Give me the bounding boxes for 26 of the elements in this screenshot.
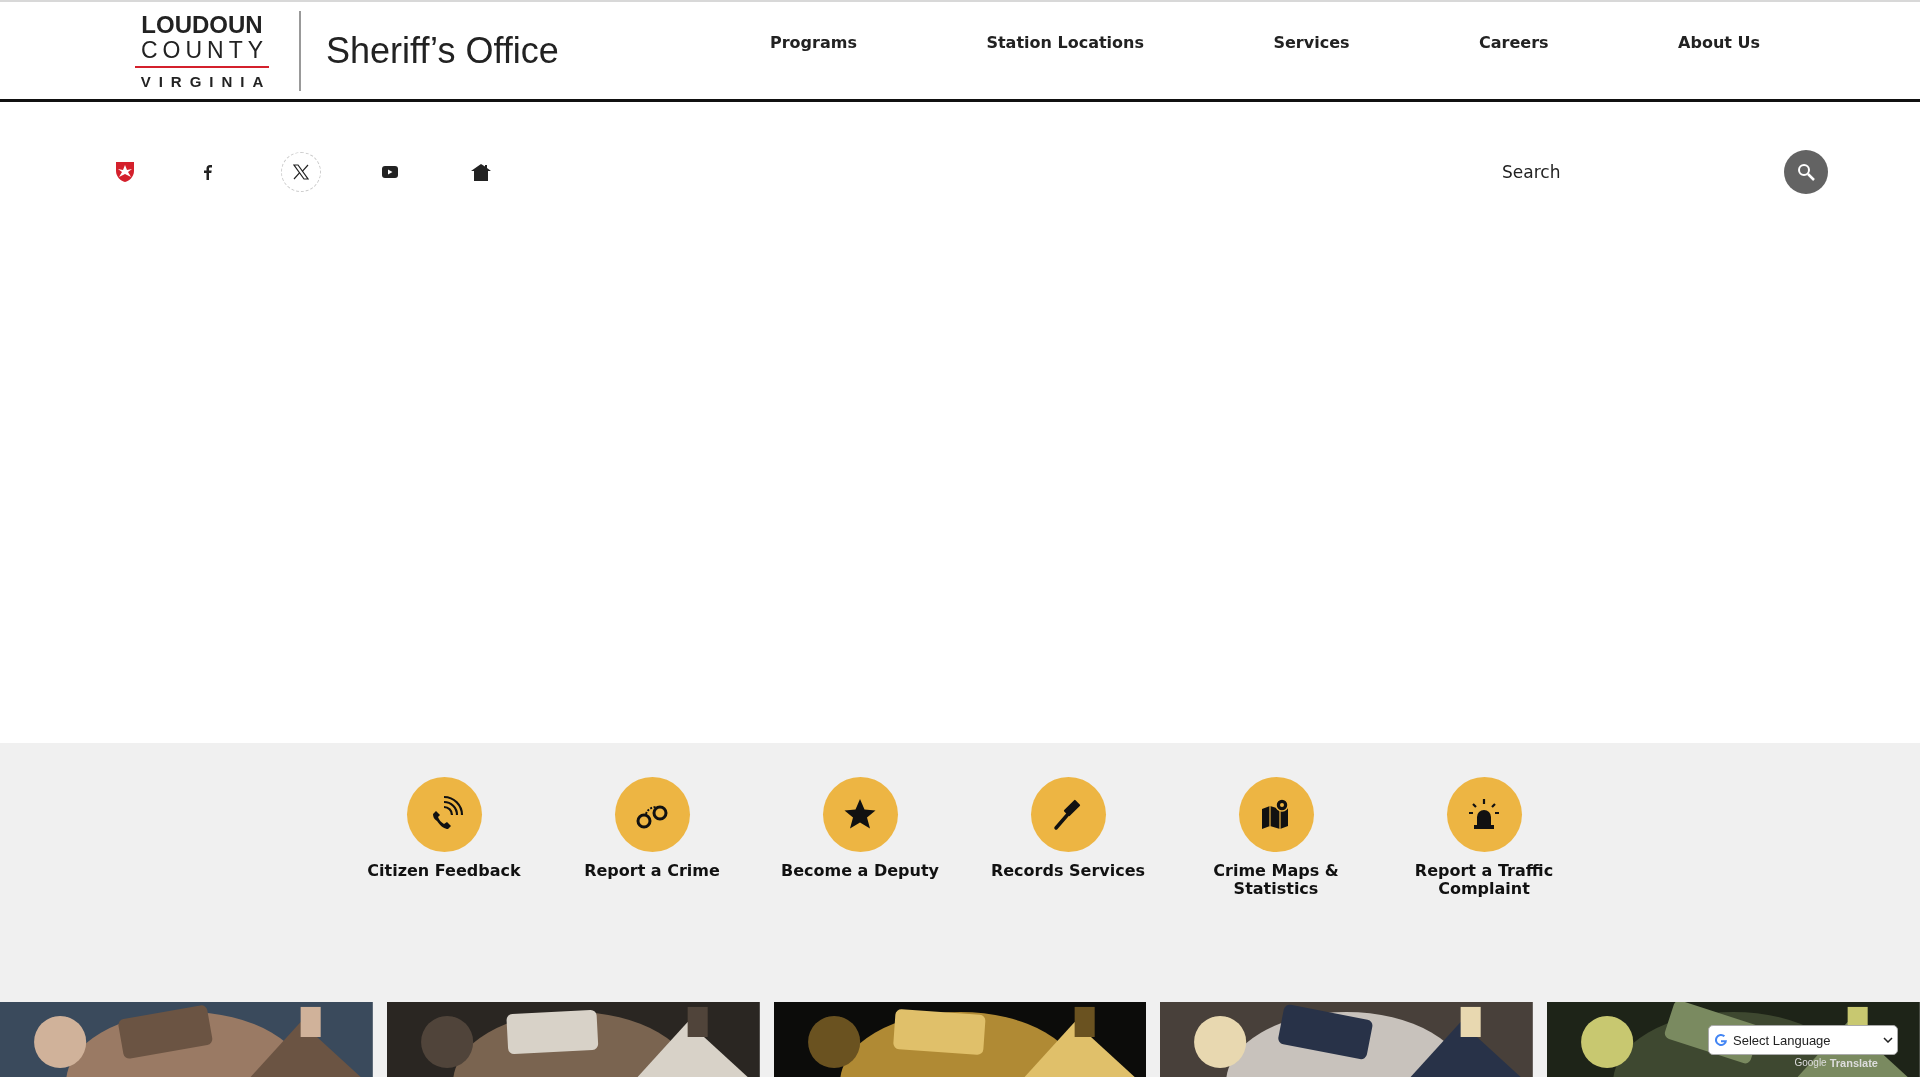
quick-link[interactable]: Citizen Feedback (344, 862, 544, 880)
nav-link[interactable]: About Us (1678, 33, 1760, 52)
state-name[interactable]: VIRGINIA (140, 73, 272, 90)
quick-link[interactable]: Report a Traffic Complaint (1384, 862, 1584, 898)
nav-link[interactable]: Careers (1479, 33, 1549, 52)
quick-link[interactable]: Become a Deputy (760, 862, 960, 880)
quick-link[interactable]: Report a Crime (552, 862, 752, 880)
nav-link[interactable]: Services (1273, 33, 1350, 52)
search-icon (1797, 163, 1815, 181)
nav-link[interactable]: Programs (770, 33, 857, 52)
chevron-icon (1883, 1037, 1893, 1043)
county-word[interactable]: COUNTY (140, 37, 269, 62)
quick-link[interactable]: Crime Maps & Statistics (1176, 862, 1376, 898)
search-button[interactable] (1784, 150, 1828, 194)
search-field[interactable]: Search (1500, 161, 1784, 183)
facebook-icon[interactable] (204, 164, 212, 180)
g-icon (1713, 1032, 1729, 1048)
language-select[interactable]: Select Language (1708, 1025, 1898, 1055)
youtube-icon[interactable] (382, 166, 398, 178)
county-name[interactable]: LOUDOUN (141, 11, 263, 38)
nav-link[interactable]: Station Locations (986, 33, 1144, 52)
office-title[interactable]: Sheriff’s Office (326, 29, 559, 72)
brand-name: Google (1794, 1057, 1827, 1069)
house-icon[interactable] (471, 163, 491, 181)
shield-icon[interactable] (115, 161, 135, 183)
quick-link[interactable]: Records Services (968, 862, 1168, 880)
